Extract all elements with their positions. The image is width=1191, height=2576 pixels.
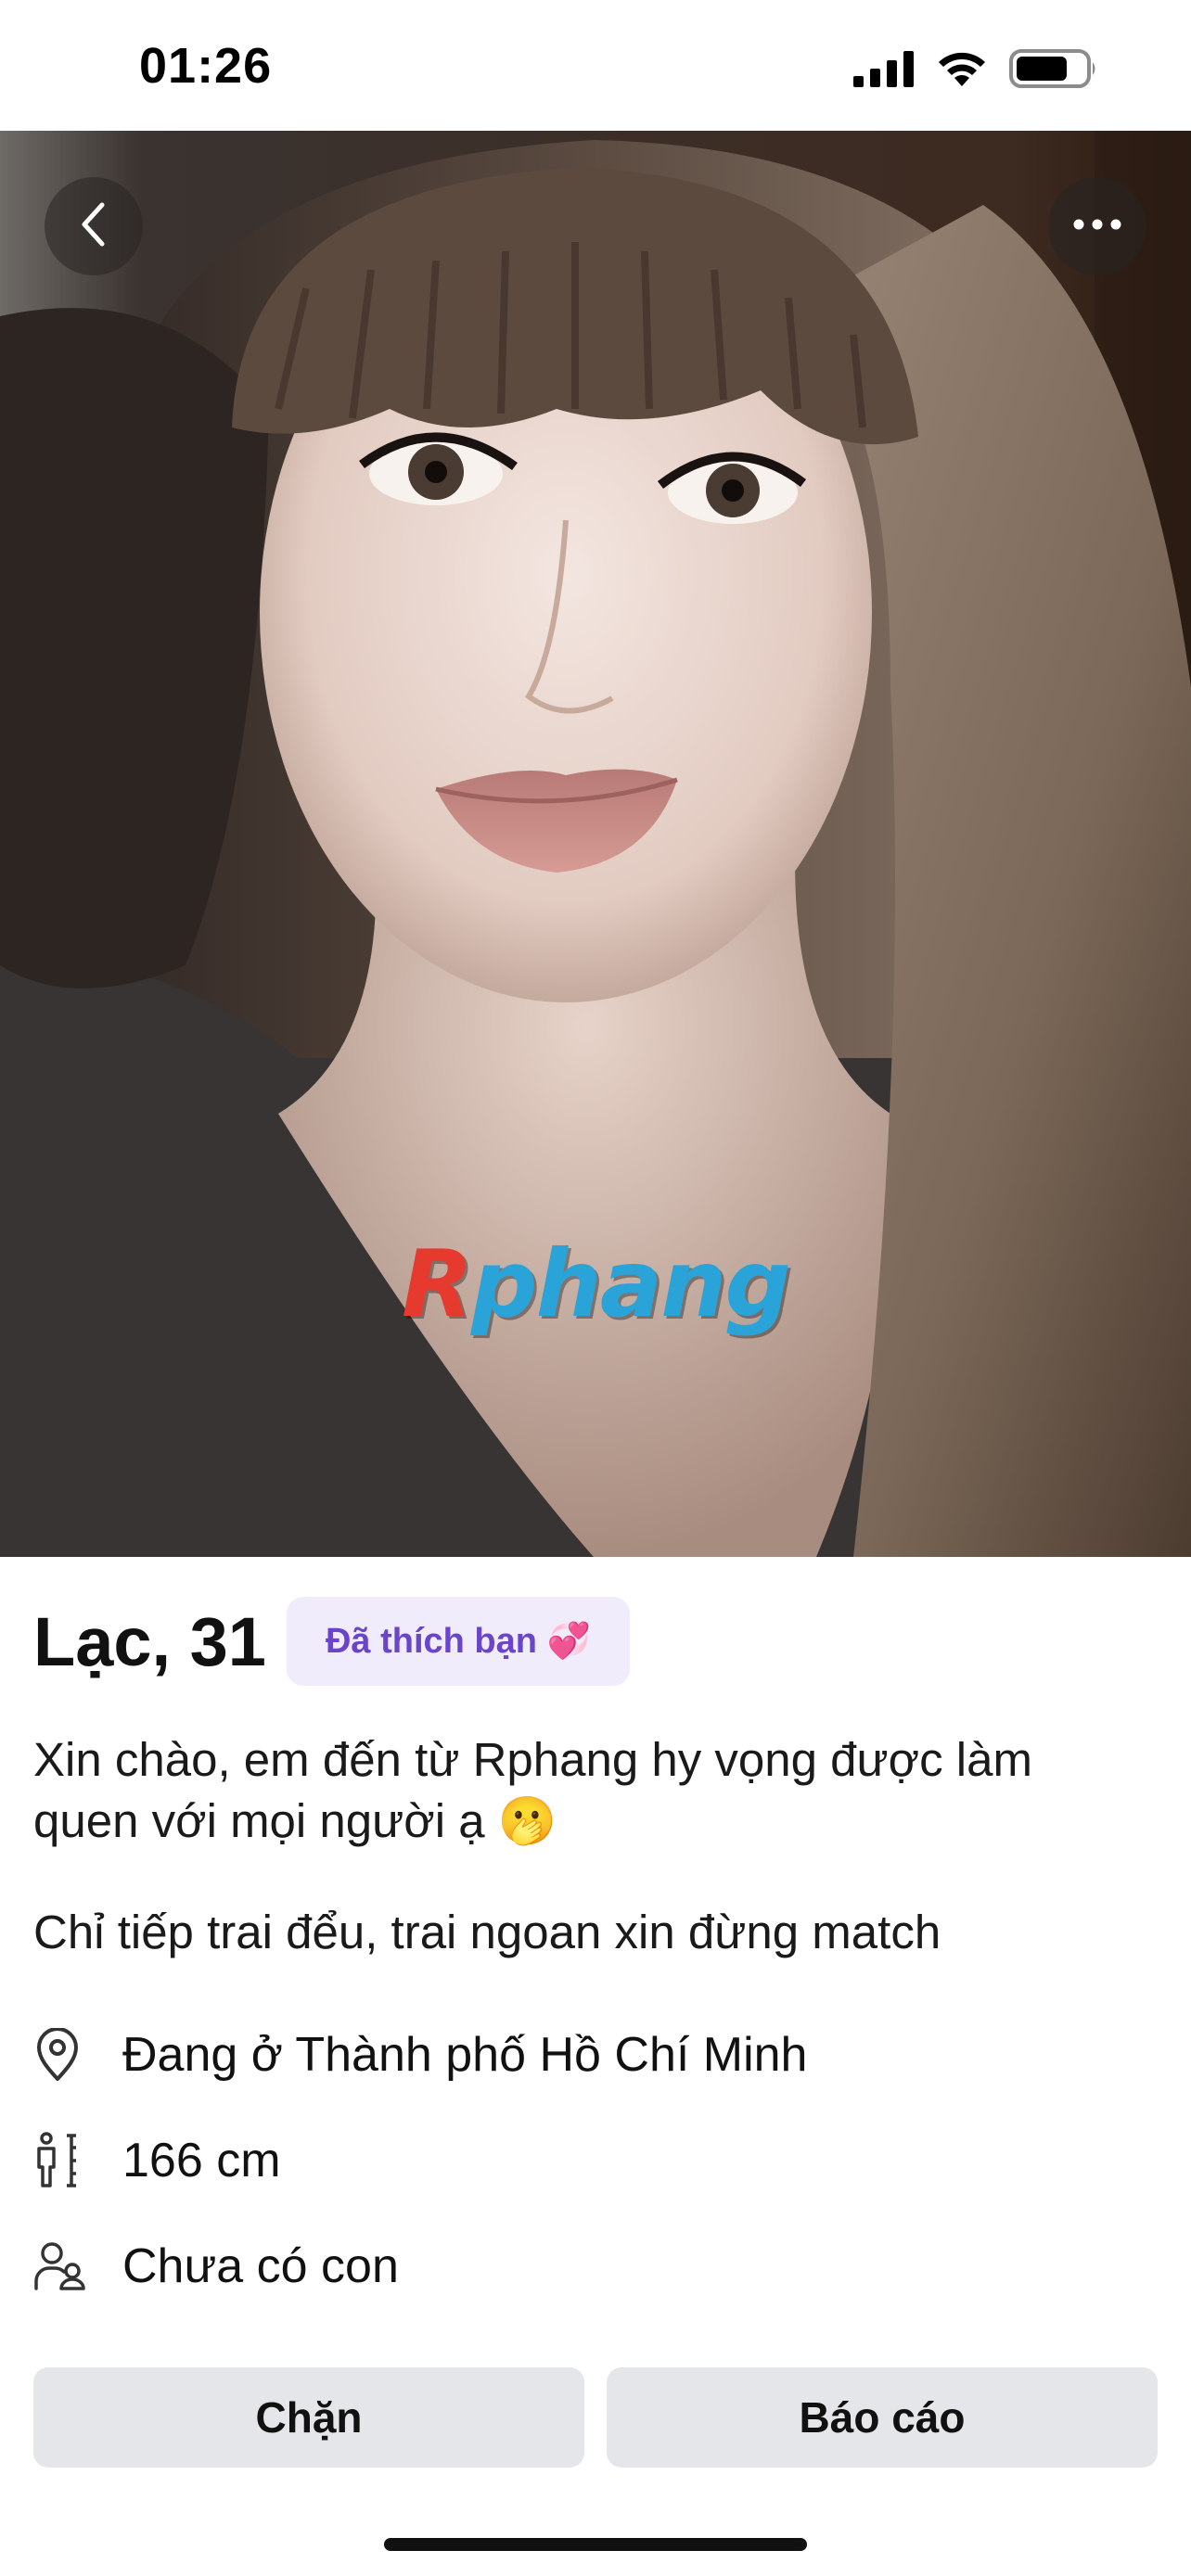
fact-height: 166 cm <box>33 2108 1158 2213</box>
status-time: 01:26 <box>139 38 273 94</box>
more-options-button[interactable] <box>1048 177 1146 275</box>
status-bar: 01:26 <box>0 0 1191 131</box>
home-indicator[interactable] <box>384 2538 807 2551</box>
profile-photo[interactable]: Rphang <box>0 131 1191 1557</box>
height-icon <box>33 2132 89 2189</box>
fact-children: Chưa có con <box>33 2213 1158 2319</box>
block-button[interactable]: Chặn <box>33 2367 584 2468</box>
fact-height-text: 166 cm <box>122 2134 281 2187</box>
name-row: Lạc, 31 Đã thích bạn 💞 <box>33 1596 1158 1687</box>
profile-facts: Đang ở Thành phố Hồ Chí Minh 166 cm Chưa… <box>33 2002 1158 2319</box>
profile-photo-image <box>0 131 1191 1557</box>
watermark-text: phang <box>470 1230 791 1338</box>
chevron-left-icon <box>77 200 110 253</box>
watermark-letter-r: R <box>401 1230 473 1338</box>
liked-you-badge: Đã thích bạn 💞 <box>286 1597 630 1686</box>
profile-info: Lạc, 31 Đã thích bạn 💞 Xin chào, em đến … <box>33 1557 1158 2319</box>
back-button[interactable] <box>45 177 143 275</box>
more-horizontal-icon <box>1073 218 1121 235</box>
fact-location-text: Đang ở Thành phố Hồ Chí Minh <box>122 2028 808 2082</box>
cellular-signal-icon <box>853 50 915 92</box>
bio-text: Xin chào, em đến từ Rphang hy vọng được … <box>33 1733 1032 1847</box>
children-icon <box>33 2240 89 2292</box>
location-pin-icon <box>33 2028 89 2082</box>
battery-icon <box>1009 48 1098 94</box>
report-button[interactable]: Báo cáo <box>607 2367 1158 2468</box>
status-icons <box>853 48 1098 94</box>
fact-location: Đang ở Thành phố Hồ Chí Minh <box>33 2002 1158 2108</box>
wifi-icon <box>935 49 989 93</box>
fact-children-text: Chưa có con <box>122 2239 399 2293</box>
name-age: Lạc, 31 <box>33 1602 266 1680</box>
bio-extra-text: Chỉ tiếp trai đểu, trai ngoan xin đừng m… <box>33 1906 941 1958</box>
profile-actions: Chặn Báo cáo <box>33 2367 1158 2468</box>
watermark-logo: Rphang <box>0 1230 1191 1338</box>
